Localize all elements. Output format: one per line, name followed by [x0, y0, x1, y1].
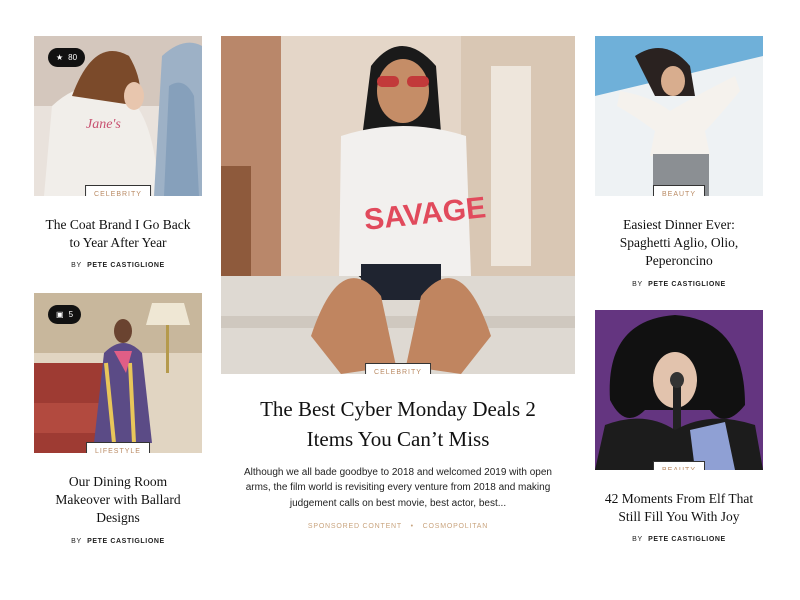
article-card-elf-moments[interactable]: Beauty 42 Moments From Elf That Still Fi… — [595, 310, 763, 543]
author-name[interactable]: PETE CASTIGLIONE — [648, 281, 726, 288]
author-name[interactable]: PETE CASTIGLIONE — [87, 262, 165, 269]
gallery-icon: ▣ — [56, 310, 64, 319]
article-excerpt: Although we all bade goodbye to 2018 and… — [243, 466, 552, 509]
byline: BY PETE CASTIGLIONE — [632, 536, 726, 544]
category-badge[interactable]: Celebrity — [85, 185, 151, 196]
article-card-coat-brand[interactable]: Jane's ★ 80 Celebrity The Coat Brand I G… — [34, 36, 202, 269]
featured-article-image[interactable]: SAVAGE Celebrity — [221, 36, 575, 374]
author-name[interactable]: PETE CASTIGLIONE — [648, 536, 726, 543]
category-badge[interactable]: Celebrity — [365, 363, 431, 374]
article-card-spaghetti[interactable]: Beauty Easiest Dinner Ever: Spaghetti Ag… — [595, 36, 763, 288]
category-badge[interactable]: Lifestyle — [86, 442, 150, 453]
pill-count: 5 — [68, 310, 74, 319]
photo-singer-microphone — [595, 310, 763, 470]
category-badge[interactable]: Beauty — [652, 185, 706, 196]
gallery-count-pill: ▣ 5 — [48, 305, 82, 324]
byline: BY PETE CASTIGLIONE — [632, 280, 726, 288]
svg-text:Jane's: Jane's — [86, 117, 121, 132]
source-link[interactable]: Cosmopolitan — [423, 523, 488, 530]
article-image[interactable]: ▣ 5 Lifestyle — [34, 293, 202, 453]
article-title[interactable]: The Coat Brand I Go Back to Year After Y… — [34, 216, 202, 252]
article-title[interactable]: Our Dining Room Makeover with Ballard De… — [34, 473, 202, 528]
pill-count: 80 — [68, 53, 78, 62]
article-meta: Sponsored Content • Cosmopolitan — [221, 523, 575, 530]
article-title[interactable]: 42 Moments From Elf That Still Fill You … — [595, 490, 763, 526]
byline: BY PETE CASTIGLIONE — [71, 537, 165, 545]
gallery-count-pill: ★ 80 — [48, 48, 86, 67]
byline: BY PETE CASTIGLIONE — [71, 262, 165, 270]
article-image[interactable]: Beauty — [595, 310, 763, 470]
photo-woman-white-blouse — [595, 36, 763, 196]
article-image[interactable]: Beauty — [595, 36, 763, 196]
photo-woman-braids-sitting: SAVAGE — [221, 36, 575, 374]
featured-article-title[interactable]: The Best Cyber Monday Deals 2 Items You … — [221, 394, 575, 455]
sponsored-label: Sponsored Content — [307, 523, 402, 531]
category-badge[interactable]: Beauty — [652, 461, 706, 470]
article-title[interactable]: Easiest Dinner Ever: Spaghetti Aglio, Ol… — [595, 216, 763, 271]
article-image[interactable]: Jane's ★ 80 Celebrity — [34, 36, 202, 196]
article-card-dining-room[interactable]: ▣ 5 Lifestyle Our Dining Room Makeover w… — [34, 293, 202, 545]
featured-article-card[interactable]: SAVAGE Celebrity The Best Cyber Monday D… — [221, 36, 575, 530]
author-name[interactable]: PETE CASTIGLIONE — [87, 538, 165, 545]
meta-separator: • — [410, 523, 414, 531]
star-icon: ★ — [56, 53, 64, 62]
